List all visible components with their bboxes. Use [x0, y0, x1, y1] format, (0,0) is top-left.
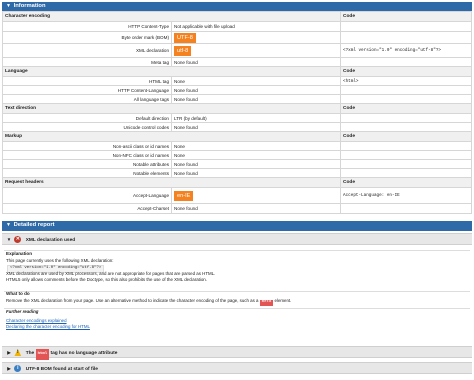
- table-row: HTTP Content-Language None found: [2, 85, 472, 95]
- issue-no-language-attribute-header[interactable]: ▶ ! The html tag has no language attribu…: [2, 346, 472, 360]
- divider: [4, 308, 470, 309]
- further-reading-heading: Further reading: [6, 309, 39, 314]
- information-table: Character encoding Code HTTP Content-Typ…: [2, 11, 472, 214]
- divider: [4, 291, 470, 292]
- encoding-chip: utf-8: [174, 45, 192, 56]
- issue-xml-declaration-header[interactable]: ▼ ✕ XML declaration used: [2, 233, 472, 245]
- meta-code: meta: [259, 300, 274, 306]
- expand-toggle-icon[interactable]: ▶: [5, 347, 13, 358]
- divider: [4, 250, 470, 251]
- issue-utf8-bom-header[interactable]: ▶ i UTF-8 BOM found at start of file: [2, 362, 472, 374]
- collapse-toggle-icon[interactable]: ▼: [5, 234, 13, 245]
- encoding-chip: UTF-8: [174, 32, 196, 43]
- detailed-report-title: Detailed report: [13, 222, 55, 228]
- explanation-heading: Explanation: [6, 251, 33, 256]
- section-header-language: Language Code: [2, 66, 472, 77]
- table-row: Byte order mark (BOM) UTF-8: [2, 31, 472, 44]
- table-row: Accept-Language en-IE Accept-Language: e…: [2, 187, 472, 204]
- table-row: HTML tag None <html>: [2, 76, 472, 86]
- link-declaring-character-encoding[interactable]: Declaring the character encoding for HTM…: [6, 324, 90, 329]
- table-row: Notable attributes None found: [2, 159, 472, 169]
- table-row: XML declaration utf-8 <?xml version="1.0…: [2, 43, 472, 58]
- what-to-do-heading: What to do: [6, 291, 30, 296]
- section-header-character-encoding: Character encoding Code: [2, 11, 472, 22]
- what-to-do-text: Remove the XML declaration from your pag…: [6, 298, 292, 306]
- table-row: Notable elements None found: [2, 168, 472, 178]
- table-row: Non-NFC class or id names None: [2, 150, 472, 160]
- html-tag-code: html: [35, 349, 50, 360]
- explanation-line-3: HTML5 only allows comments before the Do…: [6, 277, 207, 282]
- section-header-request-headers: Request headers Code: [2, 177, 472, 188]
- information-title: Information: [13, 3, 46, 9]
- chevron-down-icon: ▼: [6, 3, 11, 9]
- section-header-text-direction: Text direction Code: [2, 103, 472, 114]
- error-icon: ✕: [14, 236, 22, 244]
- table-row: Meta tag None found: [2, 57, 472, 67]
- info-icon: i: [14, 365, 22, 373]
- table-row: HTTP Content-Type Not applicable with fi…: [2, 21, 472, 32]
- warning-icon: !: [14, 349, 22, 357]
- table-row: All language tags None found: [2, 94, 472, 104]
- table-row: Accept-Charset None found: [2, 203, 472, 214]
- language-chip: en-IE: [174, 190, 194, 201]
- explanation-line-1: This page currently uses the following X…: [6, 258, 114, 263]
- table-row: Unicode control codes None found: [2, 122, 472, 132]
- section-header-markup: Markup Code: [2, 131, 472, 142]
- chevron-down-icon: ▼: [6, 222, 11, 228]
- table-row: Non-ascii class or id names None: [2, 141, 472, 151]
- issue-title: XML declaration used: [25, 238, 76, 243]
- detailed-report-header[interactable]: ▼ Detailed report: [2, 221, 472, 231]
- link-character-encodings-explained[interactable]: Character encodings explained: [6, 318, 67, 323]
- explanation-line-2: XML declarations are used by XML process…: [6, 271, 216, 276]
- expand-toggle-icon[interactable]: ▶: [5, 363, 13, 374]
- table-row: Default direction LTR (by default): [2, 113, 472, 123]
- information-header[interactable]: ▼ Information: [2, 2, 472, 11]
- issue-title: UTF-8 BOM found at start of file: [25, 367, 98, 372]
